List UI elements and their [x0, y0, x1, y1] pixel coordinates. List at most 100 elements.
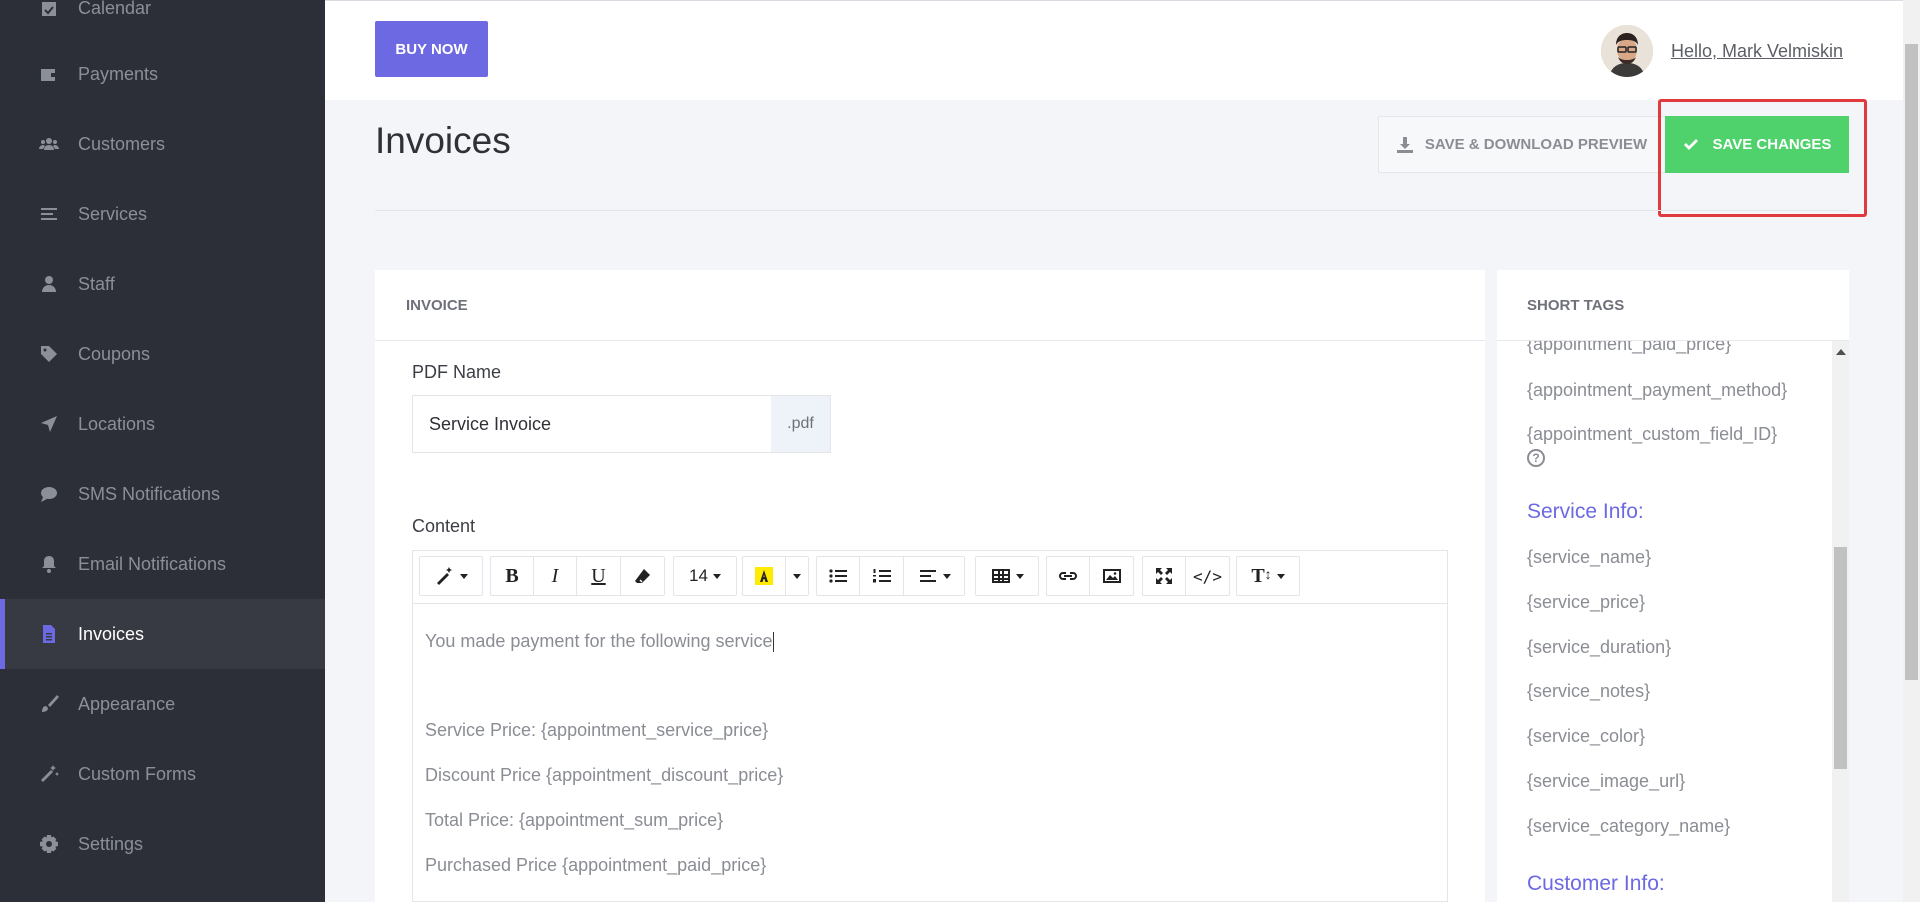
sidebar: Calendar Payments Customers Services Sta…	[0, 0, 325, 902]
table-icon	[991, 569, 1010, 583]
avatar[interactable]	[1601, 25, 1653, 77]
short-tag[interactable]: {service_duration}	[1527, 637, 1671, 658]
sidebar-item-label: SMS Notifications	[78, 483, 221, 504]
style-dropdown-button[interactable]	[420, 557, 482, 595]
short-tags-scrollbar[interactable]	[1832, 341, 1849, 902]
page-scrollbar-thumb[interactable]	[1905, 44, 1918, 680]
color-dropdown-button[interactable]	[786, 557, 808, 595]
sidebar-item-label: Calendar	[78, 0, 152, 18]
page-scrollbar[interactable]	[1903, 0, 1920, 902]
sidebar-item-label: Staff	[78, 273, 115, 294]
user-icon	[38, 273, 60, 295]
short-tags-heading: SHORT TAGS	[1497, 270, 1849, 341]
location-arrow-icon	[38, 413, 60, 435]
sidebar-item-settings[interactable]: Settings	[0, 809, 325, 879]
clear-format-button[interactable]	[621, 557, 664, 595]
sidebar-item-email-notifications[interactable]: Email Notifications	[0, 529, 325, 599]
align-left-icon	[919, 570, 936, 582]
bullet-list-icon	[829, 569, 847, 583]
sidebar-item-appearance[interactable]: Appearance	[0, 669, 325, 739]
short-tag[interactable]: {appointment_paid_price}	[1527, 341, 1731, 355]
line-height-dropdown[interactable]: T ↕	[1237, 557, 1299, 595]
text-color-button[interactable]	[743, 557, 786, 595]
scroll-up-arrow-icon[interactable]	[1836, 349, 1846, 355]
short-tag[interactable]: {service_notes}	[1527, 681, 1650, 702]
sidebar-item-customers[interactable]: Customers	[0, 109, 325, 179]
sidebar-item-staff[interactable]: Staff	[0, 249, 325, 319]
file-invoice-icon	[38, 623, 60, 645]
service-info-heading: Service Info:	[1527, 500, 1644, 523]
pdf-name-input[interactable]: Service Invoice	[412, 395, 772, 453]
sidebar-item-label: Customers	[78, 133, 166, 154]
magic-wand-icon	[436, 567, 452, 585]
sidebar-item-locations[interactable]: Locations	[0, 389, 325, 459]
short-tag[interactable]: {service_price}	[1527, 592, 1645, 613]
table-dropdown-button[interactable]	[976, 557, 1038, 595]
gear-icon	[38, 833, 60, 855]
tag-icon	[38, 343, 60, 365]
invoice-card-heading: INVOICE	[375, 270, 1485, 341]
ordered-list-button[interactable]	[860, 557, 904, 595]
buy-now-button[interactable]: BUY NOW	[375, 21, 488, 77]
text-color-icon	[755, 567, 773, 585]
sidebar-item-services[interactable]: Services	[0, 179, 325, 249]
align-dropdown-button[interactable]	[904, 557, 964, 595]
short-tags-list: {appointment_paid_price} {appointment_pa…	[1497, 341, 1832, 902]
sidebar-item-payments[interactable]: Payments	[0, 39, 325, 109]
content-line: Service Price: {appointment_service_pric…	[425, 720, 769, 740]
toolbar-group-height: T ↕	[1236, 556, 1300, 596]
toolbar-group-table	[975, 556, 1039, 596]
image-icon	[1102, 569, 1121, 583]
list-icon	[38, 203, 60, 225]
insert-link-button[interactable]	[1047, 557, 1090, 595]
short-tag[interactable]: {appointment_custom_field_ID}	[1527, 424, 1777, 445]
top-bar: BUY NOW Hello, Mark Velmiskin	[325, 0, 1903, 100]
scrollbar-thumb[interactable]	[1834, 547, 1847, 769]
pdf-extension-addon: .pdf	[771, 395, 831, 453]
code-view-button[interactable]: </>	[1186, 557, 1229, 595]
sidebar-item-calendar[interactable]: Calendar	[0, 0, 325, 43]
insert-image-button[interactable]	[1090, 557, 1133, 595]
header-divider	[375, 210, 1849, 211]
content-line: You made payment for the following servi…	[425, 631, 774, 653]
content-line: Total Price: {appointment_sum_price}	[425, 810, 724, 830]
bell-icon	[38, 553, 60, 575]
italic-button[interactable]: I	[534, 557, 577, 595]
short-tag[interactable]: {service_color}	[1527, 726, 1645, 747]
chat-bubble-icon	[38, 483, 60, 505]
page-title: Invoices	[375, 120, 511, 161]
short-tag[interactable]: {service_category_name}	[1527, 816, 1730, 837]
toolbar-group-paragraph	[816, 556, 965, 596]
toolbar-group-color	[742, 556, 809, 596]
short-tag[interactable]: {appointment_payment_method}	[1527, 380, 1787, 401]
sidebar-item-invoices[interactable]: Invoices	[0, 599, 325, 669]
calendar-check-icon	[38, 0, 60, 19]
toolbar-group-style	[419, 556, 483, 596]
save-changes-button[interactable]: SAVE CHANGES	[1665, 116, 1849, 173]
download-icon	[1396, 136, 1413, 153]
sidebar-item-label: Settings	[78, 833, 144, 854]
pdf-name-label: PDF Name	[412, 362, 502, 382]
save-download-preview-label: SAVE & DOWNLOAD PREVIEW	[1424, 136, 1648, 153]
fullscreen-button[interactable]	[1143, 557, 1186, 595]
link-icon	[1059, 572, 1077, 580]
bold-button[interactable]: B	[491, 557, 534, 595]
sidebar-item-custom-forms[interactable]: Custom Forms	[0, 739, 325, 809]
short-tag[interactable]: {service_name}	[1527, 547, 1651, 568]
sidebar-item-label: Services	[78, 203, 148, 224]
sidebar-item-label: Custom Forms	[78, 763, 197, 784]
underline-button[interactable]: U	[577, 557, 621, 595]
save-download-preview-button[interactable]: SAVE & DOWNLOAD PREVIEW	[1378, 116, 1666, 173]
sidebar-item-label: Coupons	[78, 343, 151, 364]
unordered-list-button[interactable]	[817, 557, 860, 595]
sidebar-item-label: Payments	[78, 63, 159, 84]
sidebar-item-sms-notifications[interactable]: SMS Notifications	[0, 459, 325, 529]
sidebar-item-coupons[interactable]: Coupons	[0, 319, 325, 389]
content-label: Content	[412, 516, 476, 536]
save-changes-label: SAVE CHANGES	[1712, 136, 1832, 153]
short-tag[interactable]: {service_image_url}	[1527, 771, 1685, 792]
user-greeting-link[interactable]: Hello, Mark Velmiskin	[1671, 41, 1843, 62]
font-size-dropdown[interactable]: 14	[674, 557, 736, 595]
customer-info-heading: Customer Info:	[1527, 872, 1665, 895]
help-icon[interactable]: ?	[1527, 449, 1545, 467]
